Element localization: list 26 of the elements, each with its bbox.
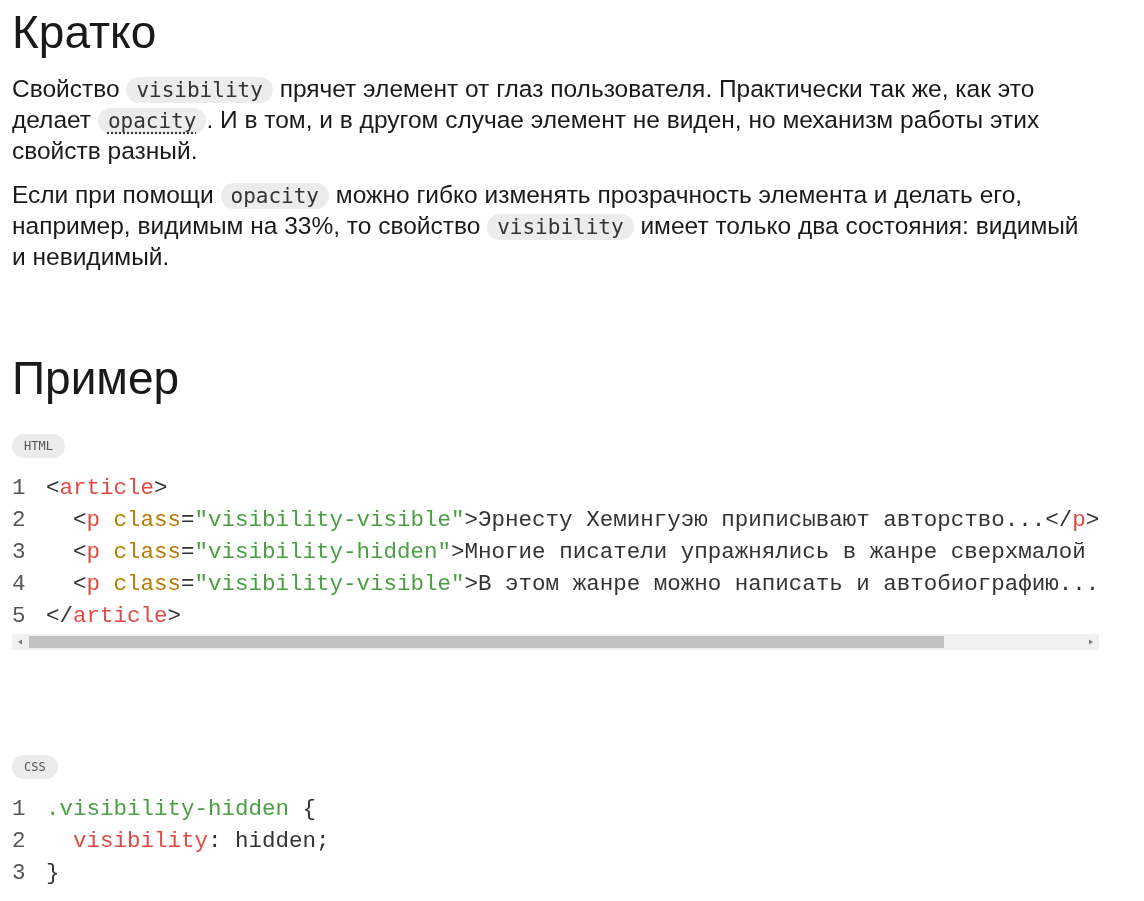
- paragraph: Свойство visibility прячет элемент от глаз пользователя. Практически так же, как это делает opacity . И в том, и в другом случае элемент не виден, но механизм работы этих свойств разный.: [12, 74, 1041, 166]
- section-heading: Кратко: [12, 5, 158, 60]
- code-link[interactable]: opacity: [97, 108, 207, 134]
- line-number: 4: [12, 570, 27, 599]
- code-line: .visibility-hidden {: [46, 795, 317, 824]
- line-number: 2: [12, 506, 27, 535]
- code-line: <article>: [46, 474, 168, 503]
- code-line: <p class="visibility-visible">Эрнесту Хемингуэю приписывают авторство...</p>: [72, 506, 1100, 535]
- scroll-right-arrow-icon[interactable]: [1088, 639, 1094, 645]
- horizontal-scrollbar[interactable]: [12, 634, 1099, 650]
- code-line: <p class="visibility-visible">В этом жанре можно написать и автобиографию...: [72, 570, 1100, 599]
- language-label: CSS: [12, 755, 58, 779]
- line-number: 3: [12, 859, 27, 888]
- code-line: </article>: [46, 602, 182, 631]
- section-heading: Пример: [12, 351, 181, 406]
- code-line: visibility: hidden;: [72, 827, 330, 856]
- line-number: 1: [12, 795, 27, 824]
- line-number: 1: [12, 474, 27, 503]
- paragraph: Если при помощи opacity можно гибко изменять прозрачность элемента и делать его, например, видимым на 33%, то свойство visibility имеет только два состояния: видимый и невидимый.: [12, 180, 1080, 272]
- language-label: HTML: [12, 434, 65, 458]
- line-number: 5: [12, 602, 27, 631]
- code-line: }: [46, 859, 60, 888]
- line-number: 3: [12, 538, 27, 567]
- scroll-left-arrow-icon[interactable]: [17, 639, 23, 645]
- line-number: 2: [12, 827, 27, 856]
- code-line: <p class="visibility-hidden">Многие писатели упражнялись в жанре сверхмалой: [72, 538, 1086, 567]
